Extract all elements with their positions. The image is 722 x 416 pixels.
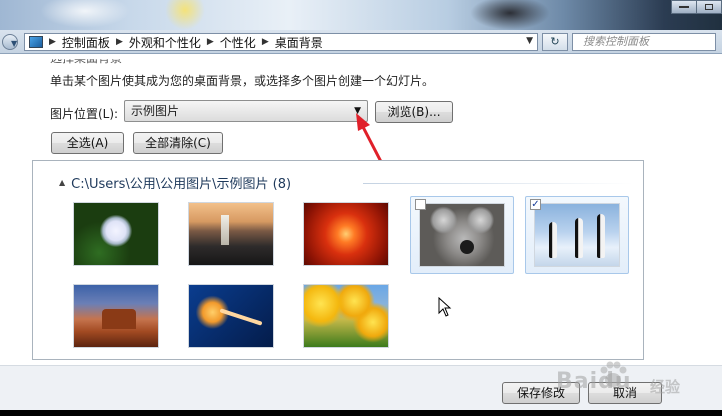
watermark-cn: 经验	[650, 378, 681, 396]
breadcrumb-separator-icon[interactable]: ▶	[49, 37, 56, 47]
select-all-button[interactable]: 全选(A)	[51, 132, 124, 154]
address-dropdown-icon[interactable]: ▼	[526, 36, 533, 46]
picture-location-value: 示例图片	[131, 104, 180, 118]
refresh-button[interactable]: ↻	[542, 33, 568, 51]
thumbnail-image	[303, 284, 389, 348]
minimize-icon	[679, 6, 689, 8]
gallery-group-title: C:\Users\公用\公用图片\示例图片 (8)	[71, 177, 292, 192]
glass-highlight	[40, 0, 130, 28]
picture-location-select[interactable]: 示例图片 ▼	[124, 100, 368, 122]
thumbnail-item[interactable]: ✓	[525, 196, 629, 274]
thumbnail-image	[419, 203, 505, 267]
glass-shadow	[470, 0, 550, 30]
window-title-glass	[0, 0, 722, 30]
search-input[interactable]: 搜索控制面板	[572, 33, 716, 51]
thumbnail-checkbox-checked[interactable]: ✓	[530, 199, 541, 210]
desktop-background-window: ▼ ▶ 控制面板 ▶ 外观和个性化 ▶ 个性化 ▶ 桌面背景 ▼ ↻ 搜索控制面…	[0, 0, 722, 416]
clear-all-button[interactable]: 全部清除(C)	[133, 132, 223, 154]
minimize-button[interactable]	[671, 0, 697, 14]
mouse-pointer-icon	[438, 297, 452, 317]
page-description: 单击某个图片使其成为您的桌面背景，或选择多个图片创建一个幻灯片。	[50, 74, 435, 88]
gallery-group-header[interactable]: ▲ C:\Users\公用\公用图片\示例图片 (8)	[59, 173, 291, 192]
breadcrumb-separator-icon[interactable]: ▶	[262, 37, 269, 47]
breadcrumb-separator-icon[interactable]: ▶	[116, 37, 123, 47]
thumbnail-image	[303, 202, 389, 266]
picture-location-label: 图片位置(L):	[50, 107, 119, 121]
breadcrumb-separator-icon[interactable]: ▶	[207, 37, 214, 47]
breadcrumb-appearance[interactable]: 外观和个性化	[129, 34, 201, 51]
thumbnail-image	[188, 202, 274, 266]
breadcrumb-desktop-background[interactable]: 桌面背景	[275, 34, 323, 51]
main-content: 选择桌面背景 单击某个图片使其成为您的桌面背景，或选择多个图片创建一个幻灯片。 …	[0, 55, 722, 365]
address-row: ▼ ▶ 控制面板 ▶ 外观和个性化 ▶ 个性化 ▶ 桌面背景 ▼ ↻ 搜索控制面…	[0, 30, 722, 54]
watermark-latin: Baidu	[556, 369, 632, 394]
footer-bar: 保存修改 取消 Baidu 经验	[0, 361, 722, 416]
picture-gallery: ▲ C:\Users\公用\公用图片\示例图片 (8) ✓	[32, 160, 644, 360]
thumbnail-image	[188, 284, 274, 348]
thumbnail-item[interactable]	[180, 278, 284, 356]
bottom-edge	[0, 410, 722, 416]
refresh-icon: ↻	[550, 35, 560, 48]
group-divider	[363, 183, 633, 184]
thumbnail-image	[534, 203, 620, 267]
thumbnail-checkbox[interactable]	[415, 199, 426, 210]
window-controls	[671, 0, 722, 14]
thumbnail-image	[73, 202, 159, 266]
recent-pages-chevron-icon[interactable]: ▼	[11, 39, 17, 48]
breadcrumb-control-panel[interactable]: 控制面板	[62, 34, 110, 51]
control-panel-icon	[29, 36, 43, 48]
thumbnail-item[interactable]	[295, 278, 399, 356]
thumbnail-item[interactable]	[295, 196, 399, 274]
address-bar[interactable]: ▶ 控制面板 ▶ 外观和个性化 ▶ 个性化 ▶ 桌面背景 ▼	[24, 33, 538, 51]
thumbnail-item[interactable]	[65, 278, 169, 356]
thumbnail-image	[73, 284, 159, 348]
thumbnail-item[interactable]	[180, 196, 284, 274]
maximize-icon	[705, 4, 713, 10]
thumbnail-item[interactable]	[65, 196, 169, 274]
maximize-button[interactable]	[696, 0, 722, 14]
thumbnail-item[interactable]	[410, 196, 514, 274]
breadcrumb-personalization[interactable]: 个性化	[220, 34, 256, 51]
glass-highlight-yellow	[165, 0, 205, 30]
collapse-chevron-icon[interactable]: ▲	[59, 178, 65, 187]
